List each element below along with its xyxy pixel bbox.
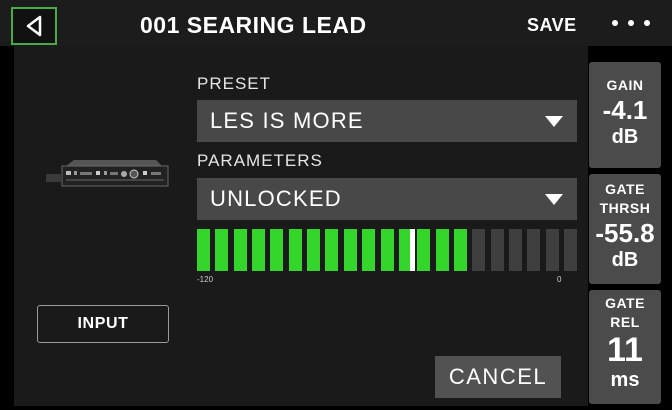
more-dots-icon xyxy=(612,20,618,26)
back-button[interactable] xyxy=(11,7,57,45)
meter-segment xyxy=(270,229,284,271)
dropdown-arrow-icon xyxy=(545,115,563,127)
meter-segment xyxy=(233,229,247,271)
gain-value: -4.1 xyxy=(602,95,648,125)
meter-segment xyxy=(435,229,449,271)
meter-segment xyxy=(197,229,210,271)
preset-value: LES IS MORE xyxy=(210,108,364,133)
parameters-value: UNLOCKED xyxy=(210,186,342,211)
meter-segment xyxy=(380,229,394,271)
gate-threshold-label: GATE THRSH xyxy=(599,181,651,216)
meter-segment xyxy=(362,229,376,271)
meter-segment xyxy=(508,229,522,271)
meter-segment xyxy=(527,229,541,271)
meter-threshold-marker[interactable] xyxy=(409,229,415,271)
main-panel: PRESET LES IS MORE PARAMETERS UNLOCKED -… xyxy=(14,46,588,406)
meter-segment xyxy=(307,229,321,271)
meter-segment xyxy=(417,229,431,271)
meter-segment xyxy=(545,229,559,271)
meter-segment xyxy=(288,229,302,271)
meter-min-label: -120 xyxy=(197,275,214,284)
back-arrow-icon xyxy=(26,15,42,37)
meter-segment xyxy=(343,229,357,271)
cancel-button[interactable]: CANCEL xyxy=(435,356,561,398)
device-rear-panel-image xyxy=(46,160,169,187)
input-level-meter[interactable] xyxy=(197,229,577,271)
parameters-label: PARAMETERS xyxy=(197,151,323,170)
meter-segment xyxy=(472,229,486,271)
meter-segment xyxy=(325,229,339,271)
meter-segment xyxy=(490,229,504,271)
preset-title: 001 SEARING LEAD xyxy=(140,12,367,38)
gate-threshold-unit: dB xyxy=(611,249,639,271)
save-button[interactable]: SAVE xyxy=(527,15,577,36)
more-dots-icon xyxy=(644,20,650,26)
preset-label: PRESET xyxy=(197,74,272,93)
parameters-dropdown[interactable]: UNLOCKED xyxy=(197,178,577,220)
title-bar: 001 SEARING LEAD SAVE xyxy=(0,0,672,46)
dropdown-arrow-icon xyxy=(545,193,563,205)
gate-release-unit: ms xyxy=(610,369,640,391)
meter-segment xyxy=(453,229,467,271)
meter-max-label: 0 xyxy=(557,275,562,284)
gate-release-param-tile[interactable]: GATE REL 11 ms xyxy=(589,290,661,404)
meter-segment xyxy=(564,229,577,271)
gain-unit: dB xyxy=(611,126,639,148)
gate-threshold-param-tile[interactable]: GATE THRSH -55.8 dB xyxy=(589,174,661,284)
meter-segment xyxy=(252,229,266,271)
gate-release-value: 11 xyxy=(607,331,643,369)
gain-label: GAIN xyxy=(606,77,644,93)
input-button[interactable]: INPUT xyxy=(37,305,169,343)
gain-param-tile[interactable]: GAIN -4.1 dB xyxy=(589,62,661,168)
meter-segment xyxy=(215,229,229,271)
more-options-button[interactable] xyxy=(608,10,654,36)
gate-release-label: GATE REL xyxy=(605,295,645,330)
gate-threshold-value: -55.8 xyxy=(595,218,655,248)
preset-dropdown[interactable]: LES IS MORE xyxy=(197,100,577,142)
more-dots-icon xyxy=(628,20,634,26)
